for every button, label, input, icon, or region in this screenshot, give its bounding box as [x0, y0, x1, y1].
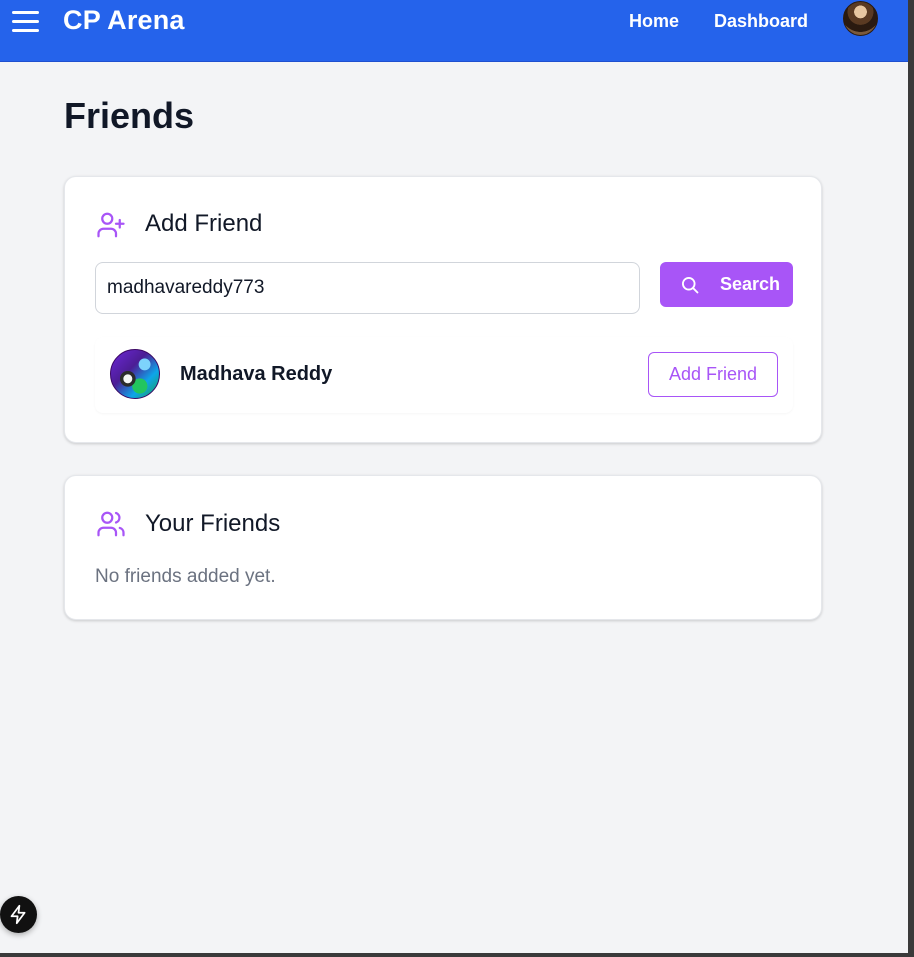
- your-friends-card: Your Friends No friends added yet.: [64, 475, 822, 620]
- add-friend-button[interactable]: Add Friend: [648, 352, 778, 397]
- hamburger-menu-icon[interactable]: [12, 11, 40, 33]
- window-edge-bottom: [0, 953, 908, 957]
- user-plus-icon: [97, 212, 125, 238]
- window-edge: [908, 0, 914, 957]
- add-friend-card: Add Friend Search Madhava Reddy Add Frie…: [64, 176, 822, 443]
- result-avatar: [110, 349, 160, 399]
- empty-friends-message: No friends added yet.: [95, 566, 276, 587]
- nav-link-dashboard[interactable]: Dashboard: [714, 11, 808, 32]
- nav-link-home[interactable]: Home: [629, 11, 679, 32]
- search-button[interactable]: Search: [660, 262, 793, 307]
- users-icon: [97, 511, 125, 537]
- page: CP Arena Home Dashboard Friends Add Frie…: [0, 0, 908, 957]
- user-avatar[interactable]: [843, 1, 878, 36]
- lightning-icon: [10, 904, 26, 925]
- search-button-label: Search: [720, 274, 781, 294]
- page-title: Friends: [64, 95, 195, 136]
- brand-logo-text[interactable]: CP Arena: [63, 5, 185, 36]
- search-icon: [682, 277, 699, 294]
- search-input[interactable]: [95, 262, 640, 314]
- dev-tools-button[interactable]: [0, 896, 37, 933]
- your-friends-title: Your Friends: [145, 510, 281, 537]
- result-name: Madhava Reddy: [180, 363, 333, 385]
- top-navbar: CP Arena Home Dashboard: [0, 0, 908, 62]
- search-result-row: Madhava Reddy Add Friend: [95, 337, 793, 413]
- add-friend-title: Add Friend: [145, 210, 263, 237]
